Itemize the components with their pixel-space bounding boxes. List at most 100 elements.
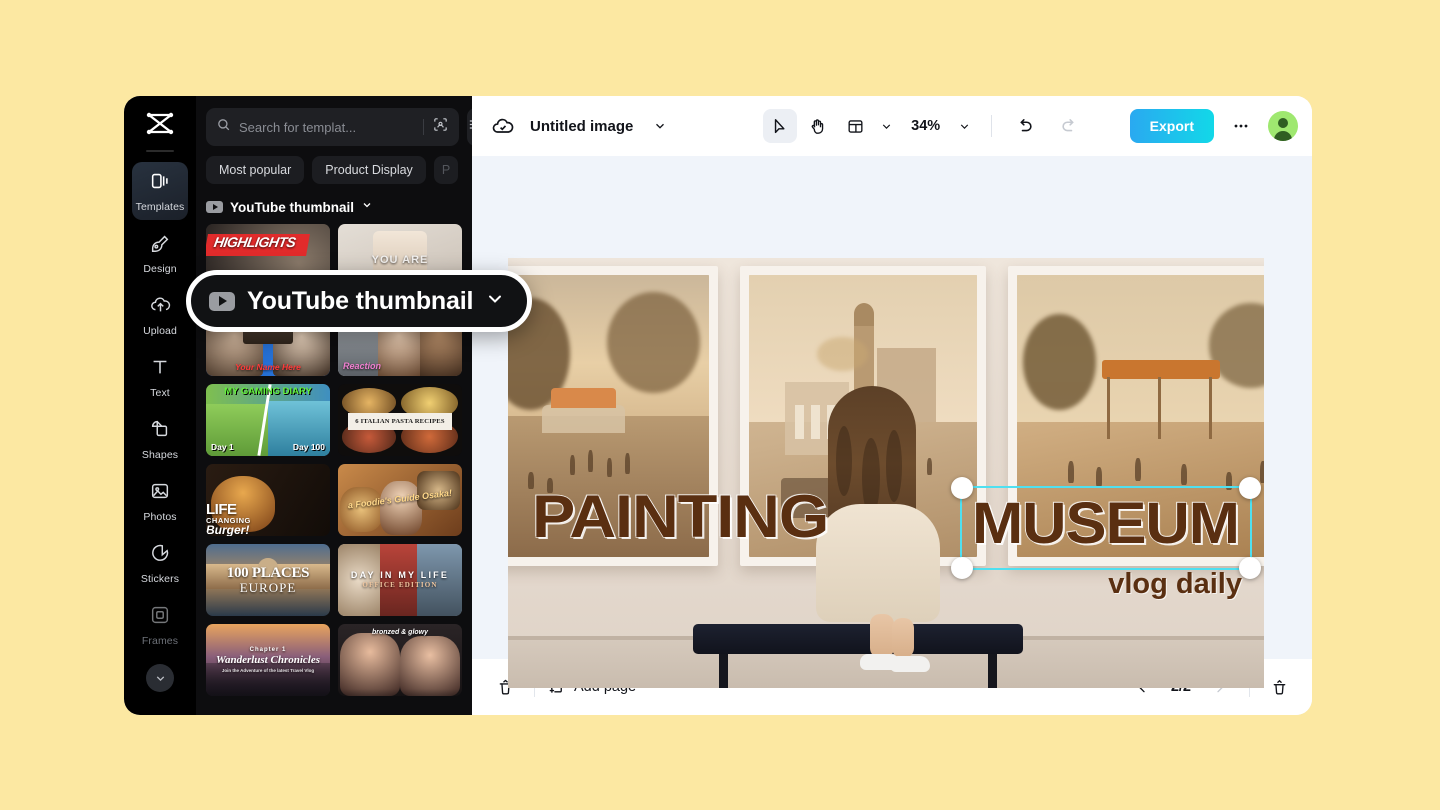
resize-handle-top-right[interactable] [1239, 477, 1261, 499]
cursor-select-icon[interactable] [763, 109, 797, 143]
sidebar-item-stickers[interactable]: Stickers [132, 534, 188, 592]
template-caption: 6 ITALIAN PASTA RECIPES [355, 418, 444, 425]
template-caption: Wanderlust Chronicles [216, 654, 320, 668]
search-input[interactable] [239, 120, 415, 135]
resize-handle-top-left[interactable] [951, 477, 973, 499]
cloud-saved-icon[interactable] [486, 109, 520, 143]
europe-label: EUROPE [240, 581, 297, 594]
person-figure [814, 386, 944, 646]
callout-youtube-thumbnail[interactable]: YouTube thumbnail [186, 270, 532, 332]
templates-panel: Most popular Product Display P YouTube t… [196, 96, 472, 715]
leg [870, 614, 894, 658]
text-layer-vlog-daily[interactable]: vlog daily [1108, 568, 1242, 601]
selection-box[interactable]: MUSEUM vlog daily [960, 486, 1252, 570]
sidebar-item-photos[interactable]: Photos [132, 472, 188, 530]
search-divider [423, 119, 424, 135]
template-item[interactable]: bronzed & glowy [338, 624, 462, 696]
top-toolbar: Untitled image [472, 96, 1312, 156]
layout-chevron-down-icon[interactable] [877, 109, 897, 143]
frames-icon [149, 604, 171, 631]
chip-product-display[interactable]: Product Display [312, 156, 426, 184]
text-layer-painting[interactable]: PAINTING [532, 482, 828, 551]
design-icon [149, 232, 171, 259]
image-search-icon[interactable] [432, 116, 449, 138]
template-item[interactable]: DAY IN MY LIFE OFFICE EDITION [338, 544, 462, 616]
more-horizontal-icon[interactable] [1224, 109, 1258, 143]
rail-expand-button[interactable] [146, 664, 174, 692]
editor-main: Untitled image [472, 96, 1312, 715]
text-icon [149, 356, 171, 383]
filter-chips: Most popular Product Display P [206, 156, 462, 184]
chip-most-popular[interactable]: Most popular [206, 156, 304, 184]
europe-count-label: 100 PLACES [227, 566, 309, 581]
chevron-down-icon[interactable] [485, 289, 505, 314]
left-rail: Templates Design Upload [124, 96, 196, 715]
category-header[interactable]: YouTube thumbnail [206, 198, 462, 216]
chip-overflow[interactable]: P [434, 156, 458, 184]
youtube-icon [209, 292, 235, 311]
leg [892, 618, 914, 658]
sidebar-item-frames[interactable]: Frames [132, 596, 188, 654]
sidebar-item-design[interactable]: Design [132, 224, 188, 282]
chevron-down-icon[interactable] [361, 198, 373, 216]
sidebar-item-label: Frames [142, 635, 178, 647]
template-caption: a Foodie's Guide Osaka! [338, 464, 462, 536]
search-row [206, 108, 462, 146]
app-window: Templates Design Upload [124, 96, 1312, 715]
rail-divider [146, 150, 174, 152]
sidebar-item-label: Templates [136, 201, 185, 213]
search-icon [216, 117, 231, 137]
canvas-area[interactable]: PAINTING MUSEUM vlog daily [472, 156, 1312, 659]
templates-icon [149, 170, 171, 197]
sidebar-item-label: Shapes [142, 449, 178, 461]
wanderlust-sub: Join the Adventure of the latest Travel … [222, 668, 314, 674]
zoom-level[interactable]: 34% [907, 118, 945, 134]
hand-pan-icon[interactable] [801, 109, 835, 143]
avatar-head [1278, 118, 1288, 128]
template-item[interactable]: 100 PLACES EUROPE [206, 544, 330, 616]
redo-icon[interactable] [1052, 109, 1086, 143]
toolbar-divider [991, 115, 992, 137]
gaming-day100-label: Day 100 [293, 442, 325, 452]
export-button[interactable]: Export [1130, 109, 1214, 143]
layout-icon[interactable] [839, 109, 873, 143]
artboard[interactable]: PAINTING MUSEUM vlog daily [508, 258, 1264, 688]
callout-label: YouTube thumbnail [247, 287, 473, 316]
photos-icon [149, 480, 171, 507]
blouse [816, 504, 940, 622]
sidebar-item-label: Photos [143, 511, 176, 523]
youtube-icon [206, 201, 223, 213]
sidebar-item-text[interactable]: Text [132, 348, 188, 406]
avatar[interactable] [1268, 111, 1298, 141]
template-item[interactable]: a Foodie's Guide Osaka! [338, 464, 462, 536]
document-title-chevron-down-icon[interactable] [643, 109, 677, 143]
capcut-logo[interactable] [140, 108, 180, 142]
avatar-body [1274, 131, 1292, 141]
resize-handle-bottom-left[interactable] [951, 557, 973, 579]
text-layer-museum[interactable]: MUSEUM [972, 490, 1239, 557]
sidebar-item-shapes[interactable]: Shapes [132, 410, 188, 468]
template-caption: bronzed & glowy [338, 624, 462, 696]
dayinlife-title: DAY IN MY LIFE [351, 570, 449, 582]
template-item[interactable]: 6 ITALIAN PASTA RECIPES [338, 384, 462, 456]
zoom-chevron-down-icon[interactable] [955, 109, 975, 143]
wanderlust-chapter: Chapter 1 [250, 647, 287, 655]
export-page-icon[interactable] [1262, 670, 1296, 704]
dayinlife-subtitle: OFFICE EDITION [362, 581, 437, 590]
sidebar-item-upload[interactable]: Upload [132, 286, 188, 344]
document-title[interactable]: Untitled image [530, 118, 633, 135]
sidebar-item-templates[interactable]: Templates [132, 162, 188, 220]
search-box[interactable] [206, 108, 459, 146]
template-item[interactable]: Chapter 1 Wanderlust Chronicles Join the… [206, 624, 330, 696]
template-item[interactable]: LIFE CHANGING Burger! [206, 464, 330, 536]
gaming-day1-label: Day 1 [211, 442, 234, 452]
template-caption: MY GAMING DIARY [206, 386, 330, 397]
screen: Templates Design Upload [0, 0, 1440, 810]
category-label: YouTube thumbnail [230, 200, 354, 215]
template-item[interactable]: MY GAMING DIARY Day 1 Day 100 [206, 384, 330, 456]
shoe [890, 656, 930, 672]
resize-handle-bottom-right[interactable] [1239, 557, 1261, 579]
undo-icon[interactable] [1008, 109, 1042, 143]
upload-cloud-icon [149, 294, 172, 321]
burger-life-label: LIFE [206, 502, 237, 517]
